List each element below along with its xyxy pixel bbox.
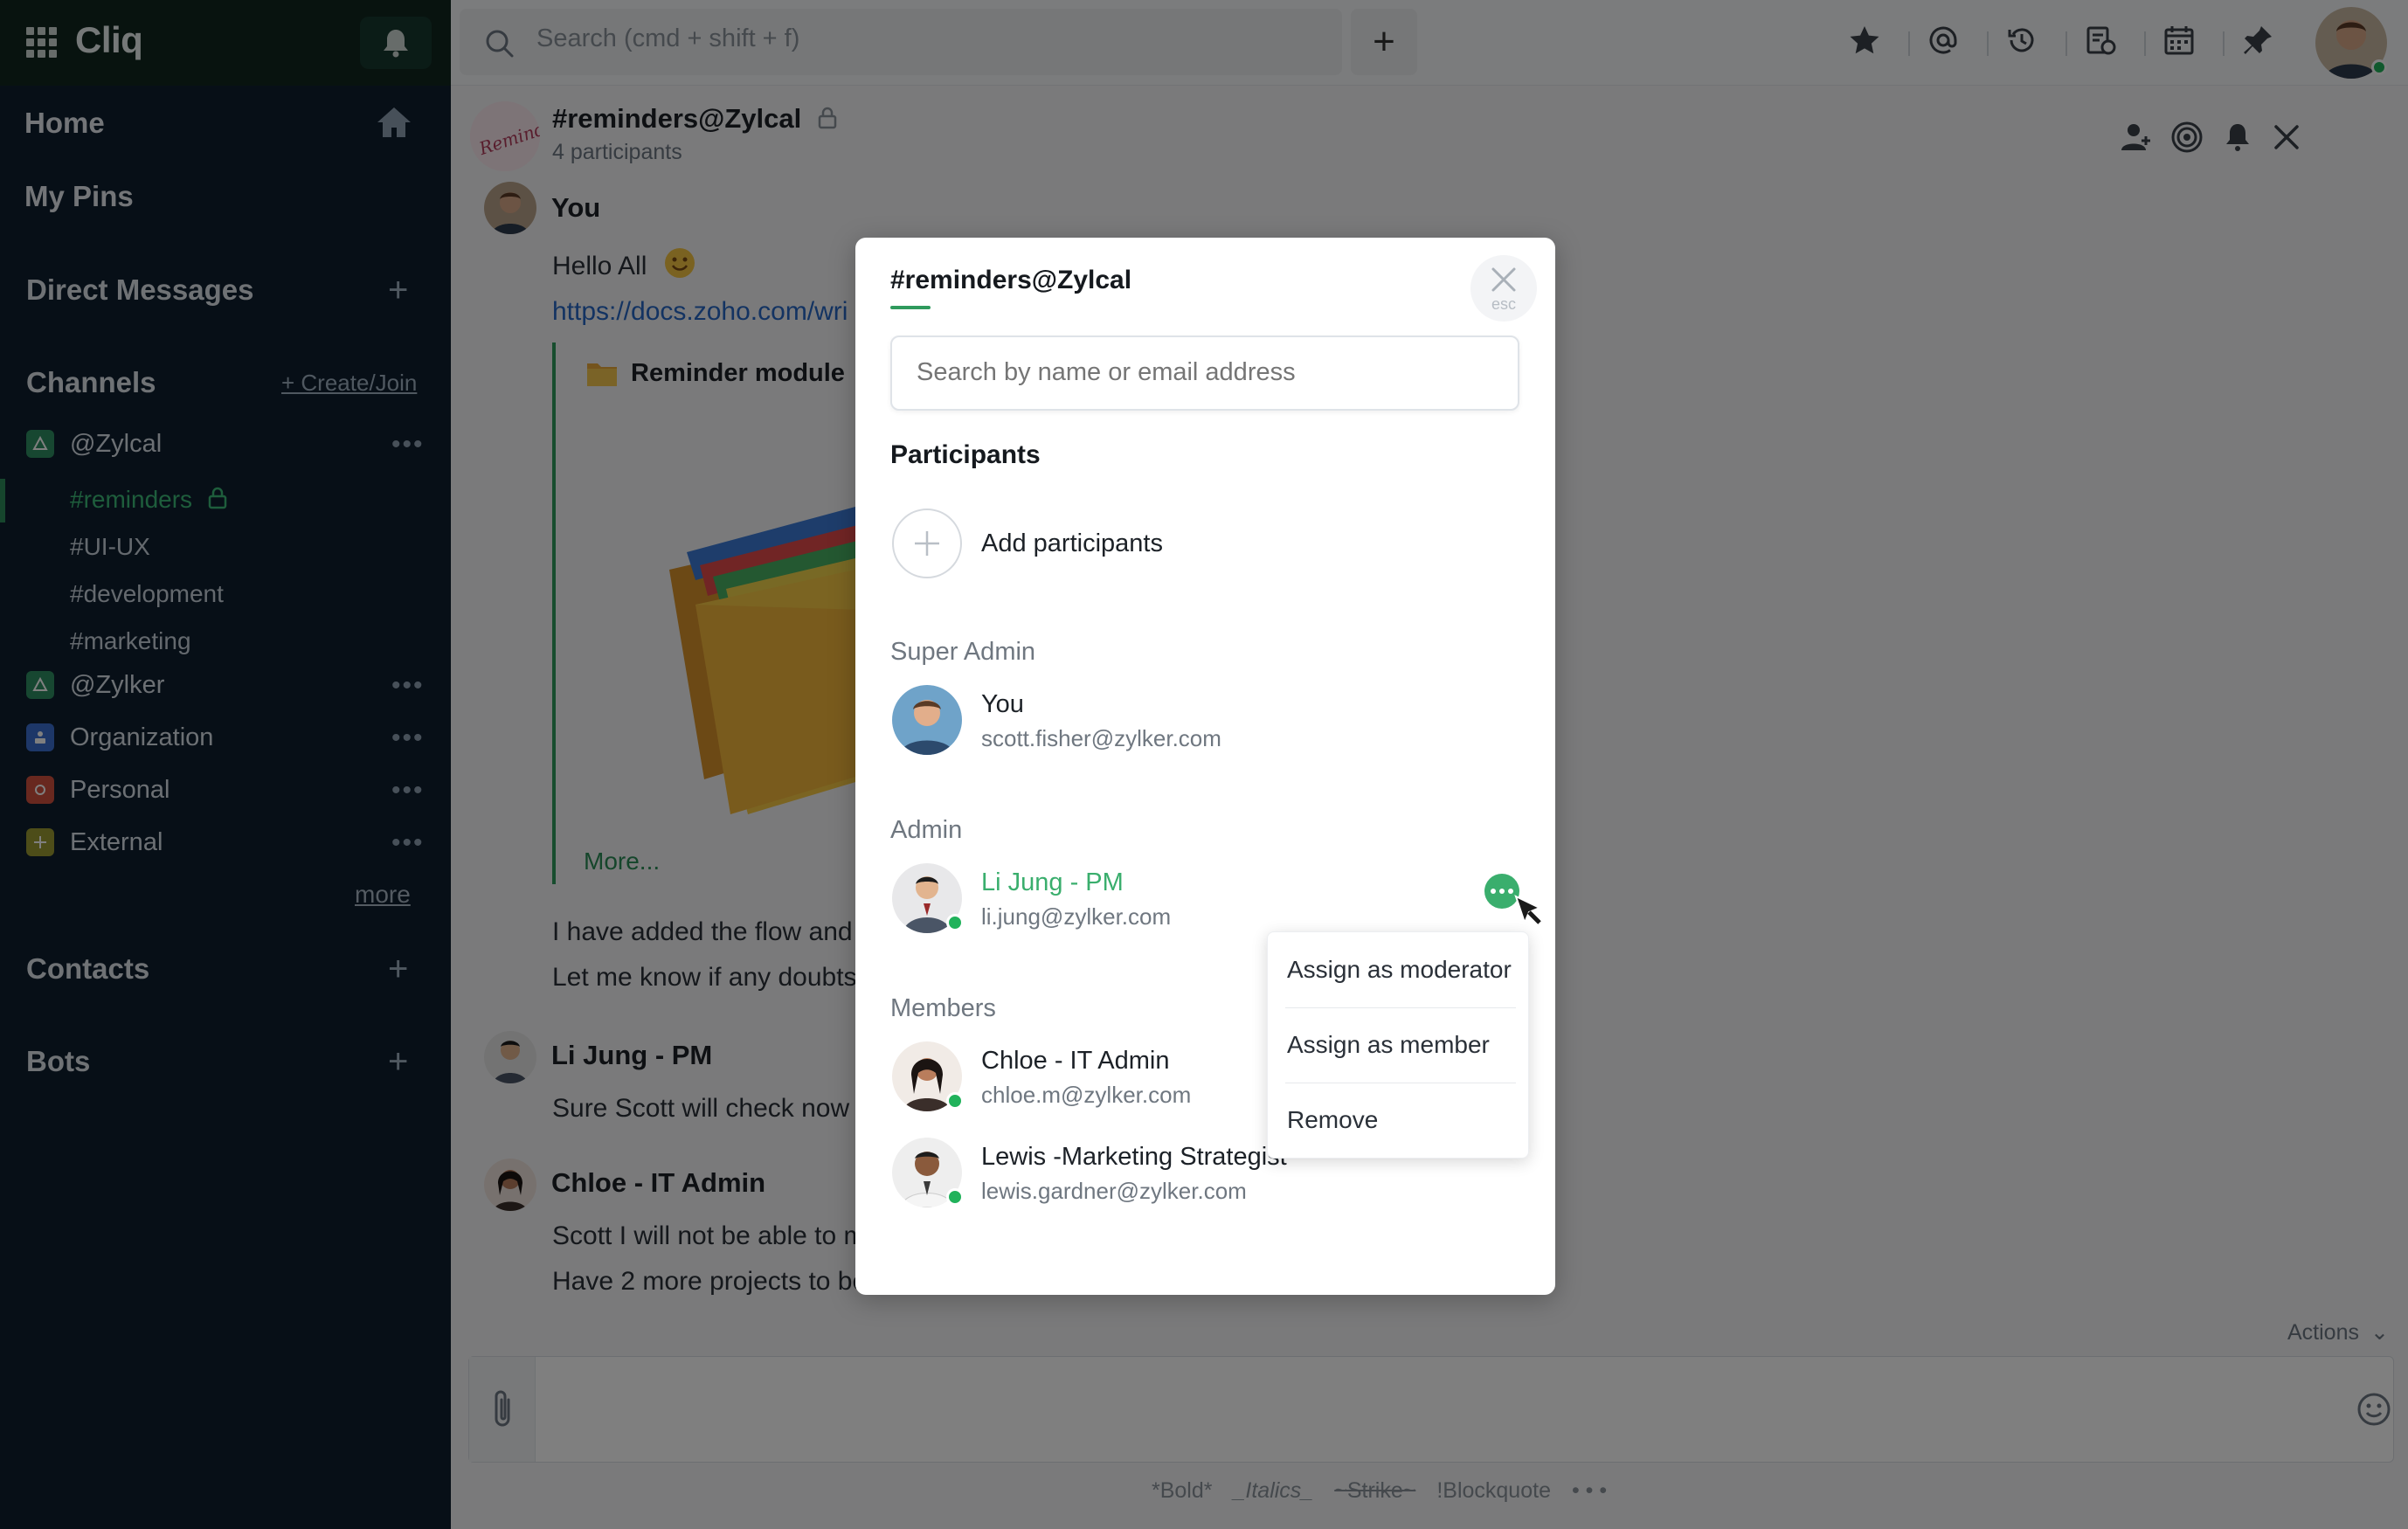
participant-email: chloe.m@zylker.com (981, 1082, 1192, 1108)
admin-heading: Admin (890, 816, 963, 844)
modal-title: #reminders@Zylcal (890, 266, 1132, 294)
online-status-dot (946, 914, 964, 931)
participant-options-menu: Assign as moderator Assign as member Rem… (1267, 931, 1529, 1159)
participants-heading: Participants (890, 440, 1041, 469)
participant-name[interactable]: Li Jung - PM (981, 868, 1124, 897)
plus-icon (915, 531, 939, 556)
modal-close-button[interactable]: esc (1470, 255, 1537, 322)
participant-email: li.jung@zylker.com (981, 903, 1172, 930)
participant-name: Lewis -Marketing Strategist (981, 1143, 1287, 1171)
close-icon (1491, 267, 1516, 292)
participants-modal: #reminders@Zylcal esc Participants Add p… (855, 238, 1555, 1295)
online-status-dot (946, 1188, 964, 1206)
participant-name: You (981, 690, 1024, 718)
modal-title-underline (890, 306, 931, 309)
esc-hint: esc (1491, 295, 1516, 313)
online-status-dot (946, 1092, 964, 1110)
members-heading: Members (890, 994, 996, 1022)
participant-search[interactable] (890, 336, 1519, 411)
menu-item-assign-moderator[interactable]: Assign as moderator (1268, 932, 1530, 1007)
participant-email: lewis.gardner@zylker.com (981, 1178, 1247, 1204)
menu-item-assign-member[interactable]: Assign as member (1268, 1007, 1530, 1083)
participant-email: scott.fisher@zylker.com (981, 725, 1221, 751)
super-admin-heading: Super Admin (890, 638, 1036, 666)
participant-name: Chloe - IT Admin (981, 1047, 1170, 1075)
participant-search-input[interactable] (917, 358, 1493, 387)
avatar[interactable] (892, 685, 962, 755)
add-participants-label[interactable]: Add participants (981, 529, 1163, 558)
menu-item-remove[interactable]: Remove (1268, 1083, 1530, 1158)
mouse-cursor-icon (1512, 893, 1547, 928)
add-participants-button[interactable] (892, 509, 962, 578)
